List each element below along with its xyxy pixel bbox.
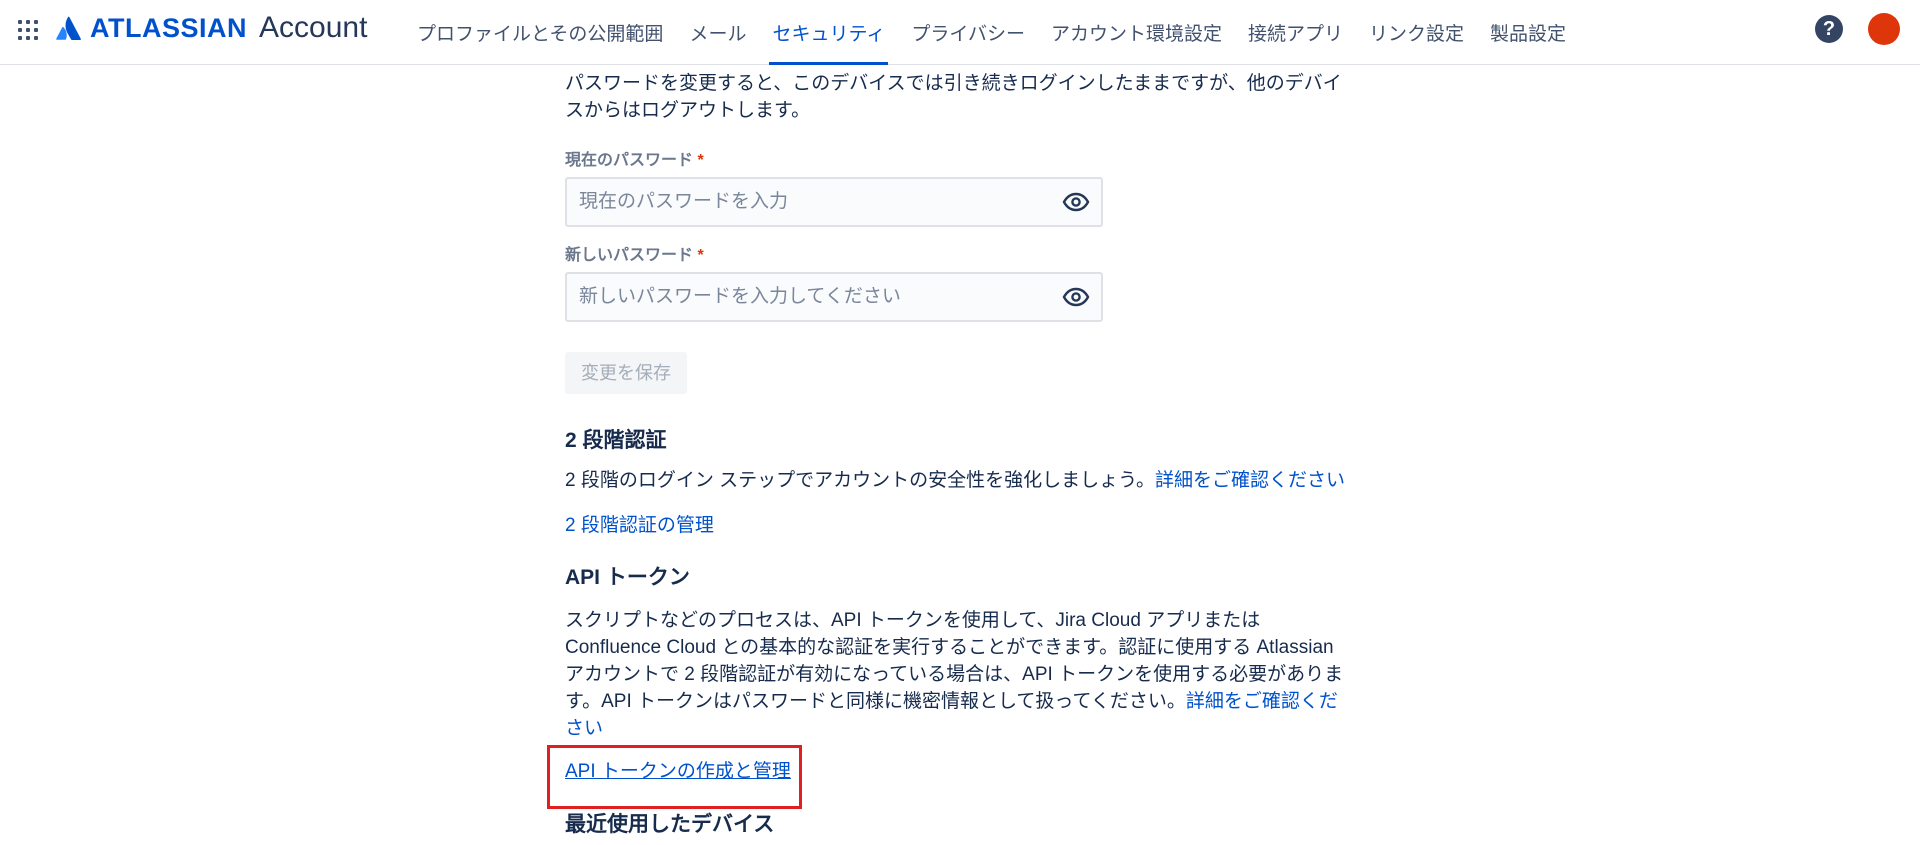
two-step-learn-more-link[interactable]: 詳細をご確認ください bbox=[1155, 470, 1345, 491]
tab-privacy[interactable]: プライバシー bbox=[898, 0, 1038, 65]
app-switcher-grid-icon[interactable] bbox=[16, 18, 40, 42]
current-password-label: 現在のパスワード * bbox=[565, 146, 1355, 170]
brand-wordmark: ATLASSIAN bbox=[90, 12, 247, 43]
top-navigation-bar: ATLASSIAN Account プロファイルとその公開範囲 メール セキュリ… bbox=[0, 0, 1920, 65]
api-tokens-description: スクリプトなどのプロセスは、API トークンを使用して、Jira Cloud ア… bbox=[565, 607, 1350, 742]
show-password-eye-icon[interactable] bbox=[1061, 282, 1091, 312]
two-step-description: 2 段階のログイン ステップでアカウントの安全性を強化しましょう。詳細をご確認く… bbox=[565, 467, 1350, 494]
tab-connected-apps[interactable]: 接続アプリ bbox=[1235, 0, 1356, 65]
manage-two-step-link[interactable]: 2 段階認証の管理 bbox=[565, 510, 714, 537]
highlight-box bbox=[547, 745, 802, 809]
current-password-label-text: 現在のパスワード bbox=[565, 152, 694, 169]
show-password-eye-icon[interactable] bbox=[1061, 187, 1091, 217]
atlassian-logo-icon bbox=[56, 16, 82, 40]
two-step-title: 2 段階認証 bbox=[565, 429, 667, 452]
current-password-input[interactable] bbox=[577, 190, 1061, 214]
required-asterisk: * bbox=[697, 152, 704, 169]
help-icon[interactable]: ? bbox=[1815, 15, 1843, 43]
api-tokens-title: API トークン bbox=[565, 566, 690, 589]
two-step-text: 2 段階のログイン ステップでアカウントの安全性を強化しましょう。 bbox=[565, 470, 1155, 491]
brand-product-name: Account bbox=[259, 11, 368, 44]
new-password-input[interactable] bbox=[577, 285, 1061, 309]
new-password-label-text: 新しいパスワード bbox=[565, 247, 694, 264]
atlassian-account-brand[interactable]: ATLASSIAN Account bbox=[56, 11, 368, 44]
recent-devices-title: 最近使用したデバイス bbox=[565, 813, 775, 836]
security-content: パスワードを変更すると、このデバイスでは引き続きログインしたままですが、他のデバ… bbox=[547, 66, 1355, 838]
new-password-field bbox=[565, 272, 1103, 322]
main-tabs: プロファイルとその公開範囲 メール セキュリティ プライバシー アカウント環境設… bbox=[404, 0, 1579, 65]
tab-security[interactable]: セキュリティ bbox=[759, 0, 898, 65]
current-password-field bbox=[565, 177, 1103, 227]
tab-link-preferences[interactable]: リンク設定 bbox=[1356, 0, 1477, 65]
required-asterisk: * bbox=[697, 247, 704, 264]
tab-profile-visibility[interactable]: プロファイルとその公開範囲 bbox=[404, 0, 676, 65]
avatar[interactable] bbox=[1868, 13, 1900, 45]
tab-product-settings[interactable]: 製品設定 bbox=[1477, 0, 1579, 65]
save-changes-button[interactable]: 変更を保存 bbox=[565, 352, 687, 394]
api-token-link-wrapper: API トークンの作成と管理 bbox=[547, 745, 1355, 809]
new-password-label: 新しいパスワード * bbox=[565, 241, 1355, 265]
password-change-intro: パスワードを変更すると、このデバイスでは引き続きログインしたままですが、他のデバ… bbox=[565, 73, 1342, 121]
tab-account-preferences[interactable]: アカウント環境設定 bbox=[1038, 0, 1235, 65]
tab-email[interactable]: メール bbox=[676, 0, 759, 65]
